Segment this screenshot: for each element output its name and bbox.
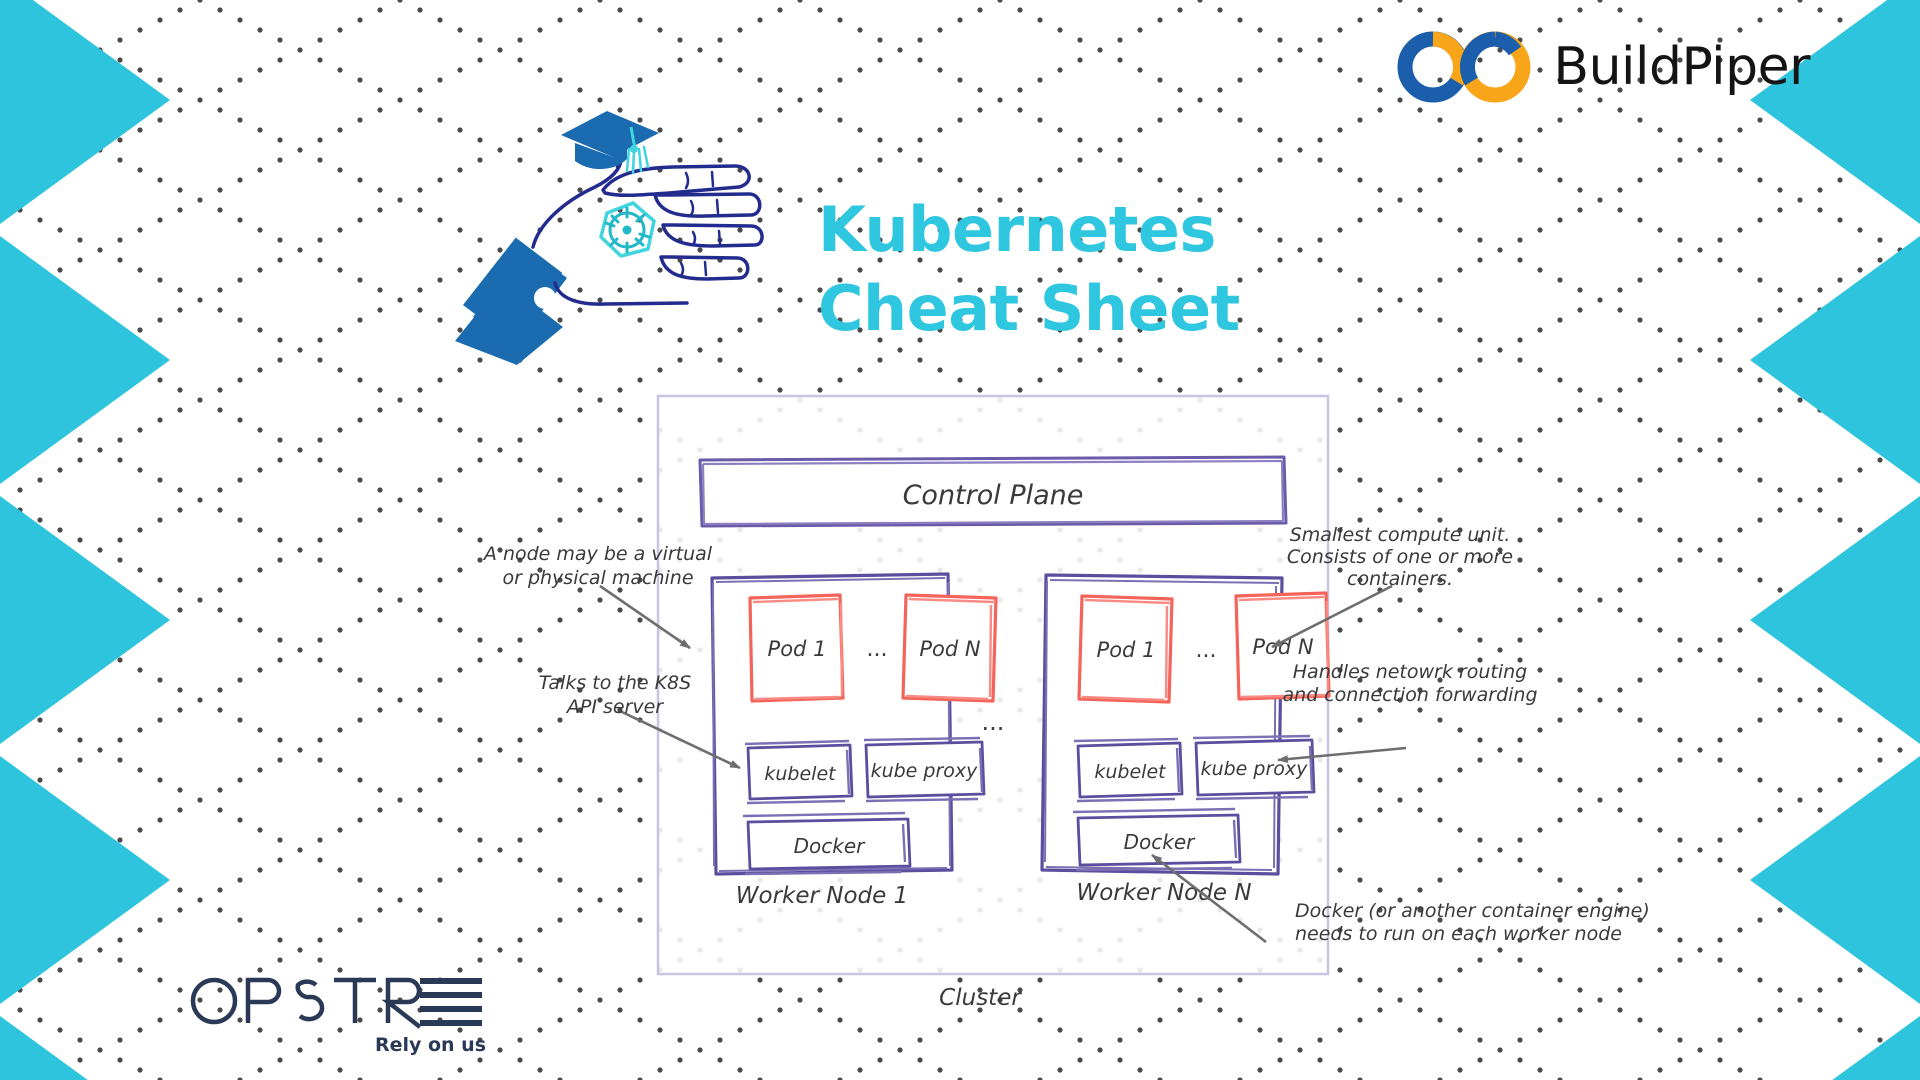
graduation-cap-icon — [561, 111, 659, 175]
svg-text:containers.: containers. — [1347, 568, 1453, 590]
buildpiper-infinity-icon — [1397, 31, 1531, 103]
worker-node-1-kubelet-label: kubelet — [764, 763, 837, 785]
worker-node-1-pod-1-label: Pod 1 — [768, 637, 827, 661]
worker-node-n-kubelet: kubelet — [1073, 737, 1184, 803]
svg-text:Consists of one or more: Consists of one or more — [1287, 546, 1513, 568]
worker-node-1-pod-ellipsis: ... — [867, 637, 888, 662]
svg-text:and connection forwarding: and connection forwarding — [1282, 684, 1537, 706]
title-line-2: Cheat Sheet — [818, 272, 1240, 346]
worker-node-1-pod-n: Pod N — [901, 593, 998, 703]
worker-node-1-pod-n-label: Pod N — [919, 637, 981, 661]
open-hand-illustration — [455, 111, 764, 365]
worker-node-1-kube-proxy: kube proxy — [863, 736, 986, 803]
worker-node-n-kube-proxy-label: kube proxy — [1201, 758, 1309, 780]
worker-node-1-docker-label: Docker — [794, 834, 867, 858]
worker-node-1-kube-proxy-label: kube proxy — [871, 760, 979, 782]
buildpiper-wordmark: BuildPiper — [1553, 37, 1810, 97]
control-plane-box: Control Plane — [698, 455, 1288, 528]
title-line-1: Kubernetes — [818, 193, 1216, 266]
finger-ring — [661, 223, 764, 248]
worker-node-n-pod-1: Pod 1 — [1077, 594, 1174, 704]
worker-node-1-pod-1: Pod 1 — [748, 593, 845, 703]
worker-node-n-kube-proxy: kube proxy — [1192, 734, 1316, 801]
cluster-label: Cluster — [939, 985, 1022, 1011]
worker-node-1: Pod 1 ... Pod N kubelet kube proxy Docke… — [710, 572, 998, 909]
docker-annotation: Docker (or another container engine) nee… — [1295, 900, 1650, 945]
worker-node-n-pod-ellipsis: ... — [1196, 638, 1217, 663]
svg-text:Smallest compute unit.: Smallest compute unit. — [1290, 524, 1511, 546]
kubernetes-architecture-diagram: Control Plane Pod 1 ... Pod N kubelet ku… — [482, 394, 1650, 1011]
worker-node-1-label: Worker Node 1 — [736, 883, 908, 909]
opstree-logo: Rely on us — [190, 977, 486, 1056]
worker-node-1-docker: Docker — [742, 811, 912, 876]
svg-text:Docker (or another container e: Docker (or another container engine) — [1295, 900, 1650, 922]
kubernetes-helm-icon — [599, 201, 656, 258]
buildpiper-logo: BuildPiper — [1389, 28, 1810, 106]
svg-text:API server: API server — [565, 696, 664, 718]
svg-text:needs to run on each worker no: needs to run on each worker node — [1295, 923, 1622, 945]
opstree-tagline: Rely on us — [375, 1034, 486, 1056]
worker-node-n-label: Worker Node N — [1076, 880, 1251, 906]
svg-text:or physical machine: or physical machine — [502, 567, 693, 589]
worker-node-n-docker: Docker — [1072, 807, 1242, 872]
control-plane-label: Control Plane — [903, 480, 1084, 511]
kubeproxy-annotation: Handles netowrk routing and connection f… — [1282, 661, 1537, 706]
cuff-button-icon — [534, 287, 556, 309]
cheat-sheet-page: BuildPiper Kubernetes Cheat Sheet Contro… — [0, 0, 1920, 1080]
worker-node-n-pod-1-label: Pod 1 — [1097, 638, 1156, 662]
page-title: Kubernetes Cheat Sheet — [818, 190, 1240, 349]
svg-text:A node may be a virtual: A node may be a virtual — [482, 543, 713, 565]
worker-node-n-docker-label: Docker — [1124, 830, 1197, 854]
svg-text:Talks to the K8S: Talks to the K8S — [539, 672, 691, 694]
between-nodes-ellipsis: ... — [982, 708, 1005, 736]
worker-node-n-kubelet-label: kubelet — [1094, 761, 1167, 783]
finger-index — [601, 164, 751, 198]
svg-text:Handles netowrk routing: Handles netowrk routing — [1293, 661, 1527, 683]
worker-node-1-kubelet: kubelet — [744, 739, 854, 805]
finger-middle — [653, 192, 762, 218]
worker-node-n-pod-n-label: Pod N — [1252, 635, 1314, 659]
